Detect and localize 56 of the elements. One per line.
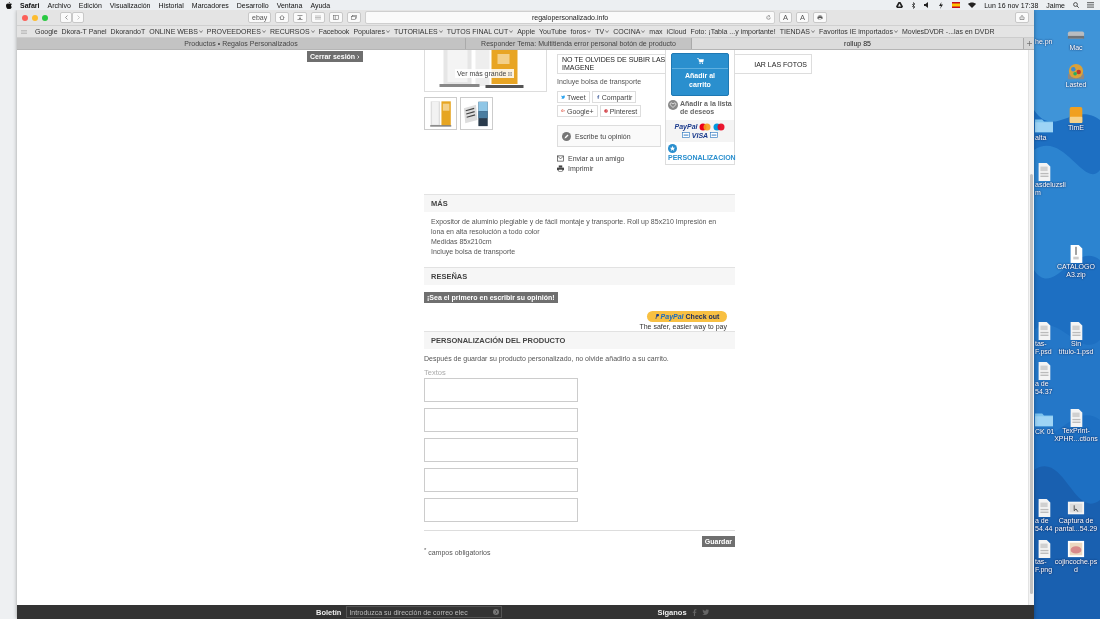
- cart-icon: [696, 58, 704, 64]
- paypal-icon: [654, 314, 659, 319]
- printer-icon: [557, 165, 564, 173]
- share-button[interactable]: [1015, 12, 1029, 23]
- back-button[interactable]: [60, 12, 72, 23]
- download-button[interactable]: [293, 12, 308, 23]
- zoom-button[interactable]: [42, 14, 48, 21]
- bird-icon[interactable]: [701, 609, 709, 615]
- tray-icon: [297, 15, 304, 20]
- pencil-icon: [562, 131, 571, 141]
- arrow-icon[interactable]: [493, 609, 500, 615]
- chevron-right-icon: [76, 15, 80, 20]
- grid-icon: [315, 15, 322, 20]
- text-field[interactable]: [424, 468, 578, 492]
- forward-button[interactable]: [72, 12, 84, 23]
- plus-icon: [1026, 41, 1032, 46]
- tabs-icon: [351, 15, 358, 20]
- bluetooth-icon[interactable]: [911, 1, 917, 9]
- triangle-icon[interactable]: [896, 2, 904, 8]
- printer-icon: [817, 15, 823, 20]
- sidebar-button[interactable]: [329, 12, 344, 23]
- text-field[interactable]: [424, 408, 578, 432]
- facebook-icon: [595, 95, 600, 100]
- facebook-icon[interactable]: [691, 608, 697, 616]
- heart-icon: [668, 100, 678, 110]
- text-field[interactable]: [424, 438, 578, 462]
- zoom-icon: [508, 71, 513, 76]
- google-plus-icon: [561, 109, 565, 114]
- text-field[interactable]: [424, 498, 578, 522]
- chevron-left-icon: [64, 15, 68, 20]
- pinterest-icon: [603, 109, 608, 114]
- scrollbar[interactable]: [1028, 50, 1034, 605]
- tabs-button[interactable]: [347, 12, 362, 23]
- sidebar-icon: [333, 15, 340, 20]
- bolt-icon[interactable]: [938, 1, 945, 9]
- new-tab-button[interactable]: [1024, 38, 1034, 49]
- reload-icon[interactable]: [765, 15, 771, 20]
- grid-button[interactable]: [311, 12, 326, 23]
- star-icon: [668, 143, 677, 153]
- bird-icon: [561, 95, 565, 100]
- home-button[interactable]: [275, 12, 290, 23]
- speaker-icon[interactable]: [924, 2, 931, 8]
- print-button[interactable]: [813, 12, 827, 23]
- list-icon[interactable]: [1087, 2, 1094, 8]
- flag-icon[interactable]: [952, 2, 961, 8]
- apple-icon[interactable]: [6, 1, 12, 9]
- card-logo: [681, 132, 690, 139]
- text-field[interactable]: [424, 378, 578, 402]
- home-icon: [279, 15, 286, 20]
- envelope-icon: [557, 155, 564, 163]
- search-icon[interactable]: [1073, 2, 1079, 8]
- wifi-icon[interactable]: [968, 2, 977, 8]
- close-button[interactable]: [22, 14, 28, 21]
- chevron-right-icon: [357, 54, 361, 59]
- disk-icon[interactable]: [1067, 63, 1085, 81]
- share-icon: [1019, 15, 1025, 20]
